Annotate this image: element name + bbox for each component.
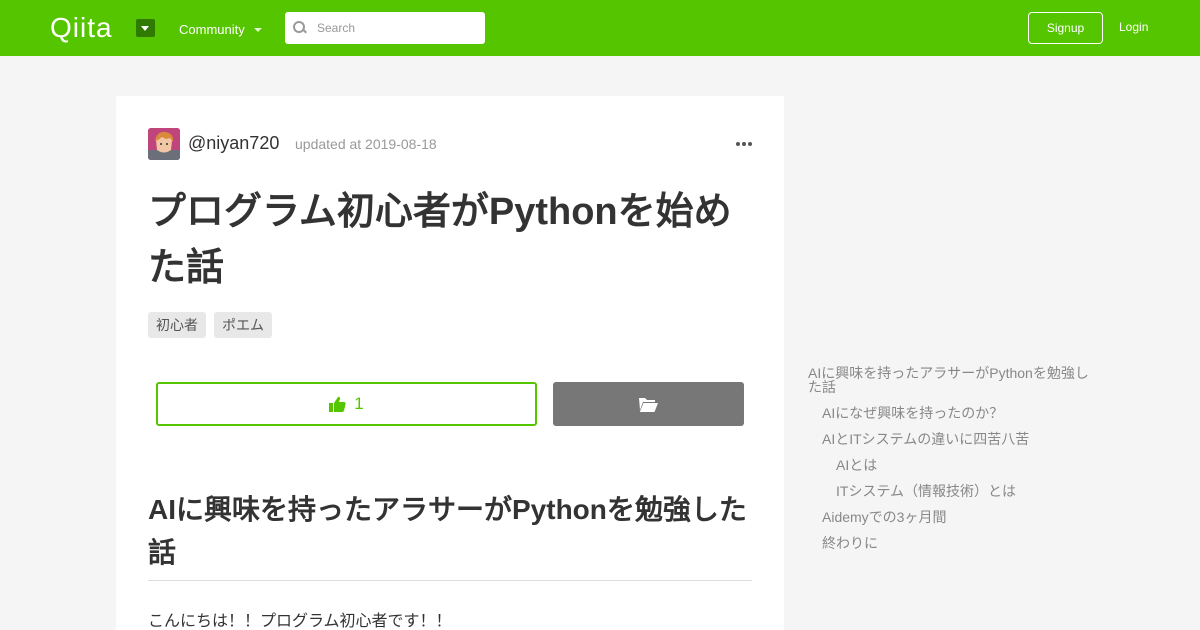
more-options-icon[interactable]	[736, 142, 752, 146]
updated-date: updated at 2019-08-18	[295, 136, 437, 152]
toc-item[interactable]: Aidemyでの3ヶ月間	[808, 510, 1098, 524]
toc-item[interactable]: AIになぜ興味を持ったのか？	[808, 406, 1098, 420]
qiita-logo[interactable]: Qiita	[50, 12, 113, 43]
stock-button[interactable]	[553, 382, 744, 426]
article-body-text: こんにちは！！プログラム初心者です！！	[148, 613, 452, 630]
thumbs-up-icon	[329, 396, 346, 412]
login-link[interactable]: Login	[1119, 20, 1148, 34]
chevron-down-icon	[253, 27, 262, 32]
like-count: 1	[354, 394, 364, 413]
search-box[interactable]	[285, 12, 485, 44]
search-input[interactable]	[317, 21, 467, 35]
avatar[interactable]	[148, 128, 180, 160]
toc-item[interactable]: AIに興味を持ったアラサーがPythonを勉強した話	[808, 366, 1093, 394]
like-button[interactable]: 1	[156, 382, 537, 426]
tag[interactable]: 初心者	[148, 312, 206, 338]
toc-item[interactable]: AIとITシステムの違いに四苦八苦	[808, 432, 1098, 446]
signup-button[interactable]: Signup	[1028, 12, 1103, 44]
table-of-contents: AIに興味を持ったアラサーがPythonを勉強した話 AIになぜ興味を持ったのか…	[808, 366, 1098, 550]
folder-open-icon	[639, 397, 658, 412]
logo-dropdown-toggle[interactable]	[136, 19, 155, 37]
article-title: プログラム初心者がPythonを始めた話	[148, 191, 732, 289]
article-card: @niyan720 updated at 2019-08-18 プログラム初心者…	[116, 96, 784, 630]
search-icon	[293, 21, 307, 35]
tag[interactable]: ポエム	[214, 312, 272, 338]
community-menu[interactable]: Community	[179, 22, 262, 37]
toc-item[interactable]: ITシステム（情報技術）とは	[808, 484, 1098, 498]
article-heading: AIに興味を持ったアラサーがPythonを勉強した話	[148, 488, 752, 581]
toc-item[interactable]: 終わりに	[808, 536, 1098, 550]
community-label: Community	[179, 22, 245, 37]
tag-list: 初心者 ポエム	[148, 312, 272, 338]
author-username[interactable]: @niyan720	[188, 133, 279, 154]
global-header: Qiita Community Signup Login	[0, 0, 1200, 56]
toc-item[interactable]: AIとは	[808, 458, 1098, 472]
